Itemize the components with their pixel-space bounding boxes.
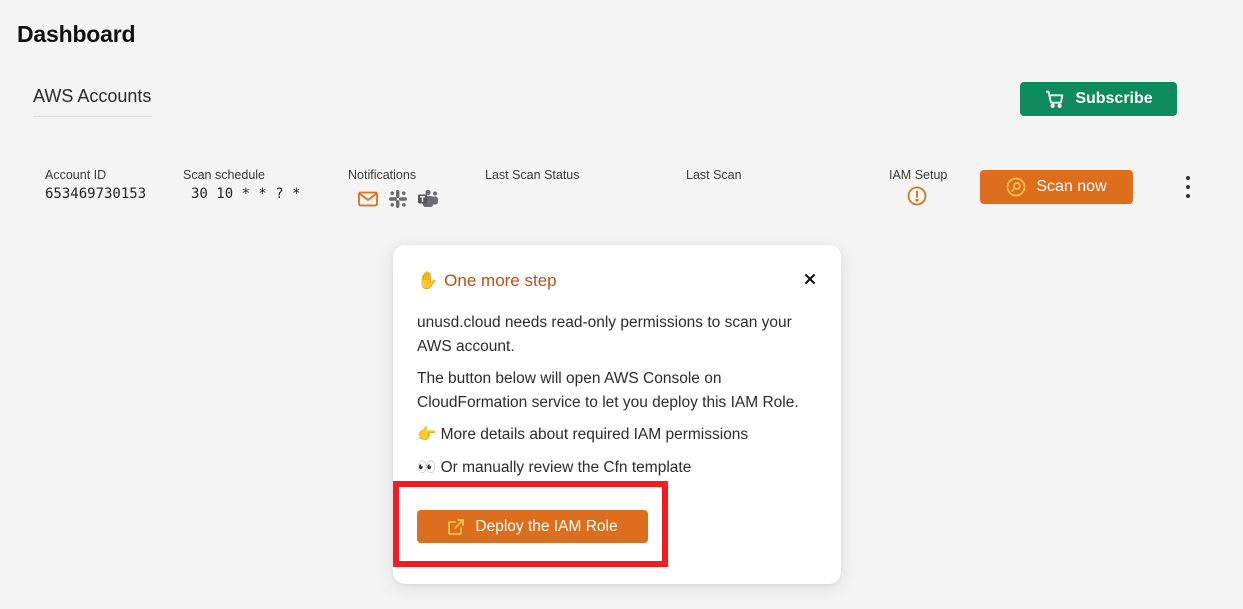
- scan-now-button[interactable]: Scan now: [980, 170, 1133, 204]
- scan-schedule-label: Scan schedule: [183, 168, 266, 182]
- permissions-link-row: 👉 More details about required IAM permis…: [417, 423, 827, 447]
- tab-aws-accounts[interactable]: AWS Accounts: [33, 86, 152, 117]
- pointing-emoji: 👉: [417, 426, 437, 443]
- teams-icon[interactable]: [417, 188, 439, 210]
- template-link-row: 👀 Or manually review the Cfn template: [417, 456, 827, 480]
- popover-title-text: One more step: [444, 271, 557, 290]
- slack-icon[interactable]: [387, 188, 409, 210]
- close-icon[interactable]: [803, 272, 817, 286]
- popover-paragraph-permissions: unusd.cloud needs read-only permissions …: [417, 314, 792, 355]
- eyes-emoji: 👀: [417, 458, 437, 476]
- iam-setup-column: IAM Setup: [889, 168, 947, 206]
- last-scan-label: Last Scan: [686, 168, 742, 182]
- popover-title: ✋ One more step: [417, 271, 557, 291]
- page-title: Dashboard: [17, 21, 136, 47]
- more-options-icon[interactable]: [1180, 176, 1196, 198]
- iam-permissions-link[interactable]: More details about required IAM permissi…: [441, 426, 749, 443]
- popover-paragraph-console: The button below will open AWS Console o…: [417, 370, 799, 411]
- scan-now-label: Scan now: [1036, 178, 1107, 195]
- external-link-icon: [448, 518, 465, 535]
- scan-schedule-column: Scan schedule 30 10 * * ? *: [183, 168, 301, 202]
- subscribe-button[interactable]: Subscribe: [1020, 82, 1177, 116]
- deploy-iam-role-button[interactable]: Deploy the IAM Role: [417, 510, 648, 543]
- cfn-template-link[interactable]: Or manually review the Cfn template: [441, 459, 692, 476]
- cart-icon: [1046, 90, 1064, 108]
- iam-setup-popover: ✋ One more step unusd.cloud needs read-o…: [393, 245, 841, 584]
- mail-icon[interactable]: [357, 188, 379, 210]
- account-id-label: Account ID: [45, 168, 107, 182]
- subscribe-label: Subscribe: [1075, 90, 1153, 107]
- popover-body: unusd.cloud needs read-only permissions …: [417, 311, 827, 488]
- scan-icon: [1006, 177, 1026, 197]
- hand-emoji: ✋: [417, 271, 439, 290]
- deploy-iam-role-label: Deploy the IAM Role: [475, 517, 618, 535]
- scan-schedule-value: 30 10 * * ? *: [191, 186, 301, 202]
- notifications-label: Notifications: [348, 168, 417, 182]
- account-id-value: 653469730153: [45, 186, 147, 202]
- last-scan-status-label: Last Scan Status: [485, 168, 580, 182]
- last-scan-column: Last Scan: [686, 168, 742, 182]
- account-id-column: Account ID 653469730153: [45, 168, 146, 202]
- iam-setup-label: IAM Setup: [889, 168, 948, 182]
- notifications-column: Notifications: [348, 168, 439, 210]
- last-scan-status-column: Last Scan Status: [485, 168, 580, 182]
- warning-circle-icon[interactable]: [907, 186, 927, 206]
